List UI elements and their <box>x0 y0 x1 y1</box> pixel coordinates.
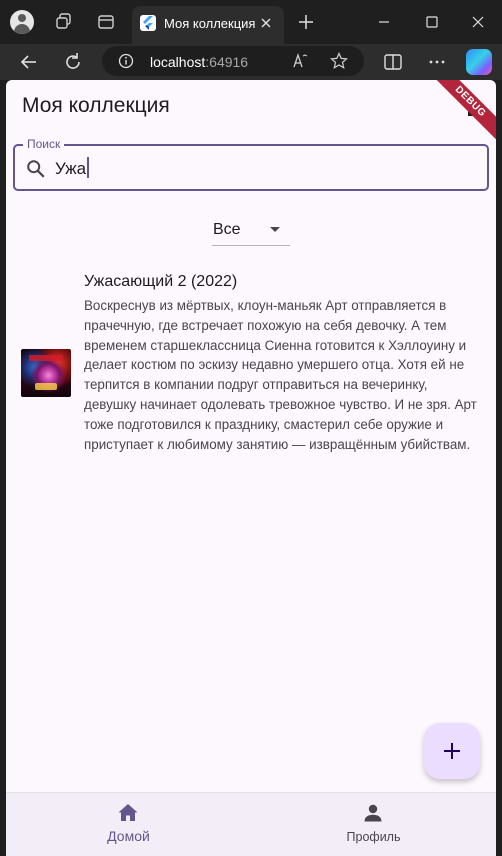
bottom-navigation: Домой Профиль <box>6 792 496 856</box>
person-icon <box>364 804 382 822</box>
page-title: Моя коллекция <box>22 94 170 117</box>
maximize-icon[interactable] <box>422 12 442 32</box>
read-aloud-icon[interactable] <box>292 52 310 70</box>
movie-poster-image <box>21 349 71 397</box>
debug-banner: DEBUG <box>430 80 496 142</box>
new-tab-icon[interactable] <box>296 12 316 32</box>
search-icon <box>27 160 45 178</box>
plus-icon <box>444 743 460 759</box>
list-item[interactable]: Ужасающий 2 (2022) Воскреснув из мёртвых… <box>6 270 496 480</box>
nav-label-profile: Профиль <box>346 830 401 844</box>
profile-avatar-icon[interactable] <box>10 10 34 34</box>
address-bar[interactable]: localhost:64916 <box>102 46 364 76</box>
minimize-icon[interactable] <box>374 12 394 32</box>
dropdown-arrow-icon <box>270 227 280 232</box>
nav-item-home[interactable]: Домой <box>6 793 251 856</box>
search-input[interactable]: Поиск Ужа <box>13 137 489 191</box>
browser-title-bar: Моя коллекция <box>0 0 502 44</box>
split-screen-icon[interactable] <box>382 51 404 73</box>
text-caret <box>87 157 90 178</box>
copilot-icon[interactable] <box>466 49 492 75</box>
home-icon <box>118 804 138 821</box>
close-window-icon[interactable] <box>468 12 488 32</box>
category-dropdown[interactable]: Все <box>212 216 290 246</box>
nav-item-profile[interactable]: Профиль <box>251 793 496 856</box>
app-window: Моя коллекция DEBUG Поиск Ужа Все Ужасаю… <box>6 80 496 856</box>
dropdown-selected-value: Все <box>213 221 241 238</box>
search-input-value[interactable]: Ужа <box>55 157 90 179</box>
refresh-icon[interactable] <box>62 51 84 73</box>
flutter-icon <box>140 15 156 31</box>
nav-label-home: Домой <box>107 828 150 844</box>
favorite-star-icon[interactable] <box>330 52 348 70</box>
add-button[interactable] <box>424 723 480 779</box>
tab-actions-icon[interactable] <box>96 12 116 32</box>
browser-toolbar: localhost:64916 <box>0 44 502 80</box>
workspaces-icon[interactable] <box>54 12 74 32</box>
address-url: localhost:64916 <box>150 54 249 70</box>
site-info-icon[interactable] <box>118 53 134 69</box>
movie-description: Воскреснув из мёртвых, клоун-маньяк Арт … <box>84 298 477 452</box>
back-arrow-icon[interactable] <box>18 51 40 73</box>
search-label: Поиск <box>23 137 65 151</box>
tab-title: Моя коллекция <box>164 16 256 31</box>
browser-tab-active[interactable]: Моя коллекция <box>132 6 284 44</box>
close-tab-icon[interactable] <box>258 15 274 31</box>
movie-title: Ужасающий 2 (2022) <box>84 273 238 290</box>
more-options-icon[interactable] <box>426 51 448 73</box>
